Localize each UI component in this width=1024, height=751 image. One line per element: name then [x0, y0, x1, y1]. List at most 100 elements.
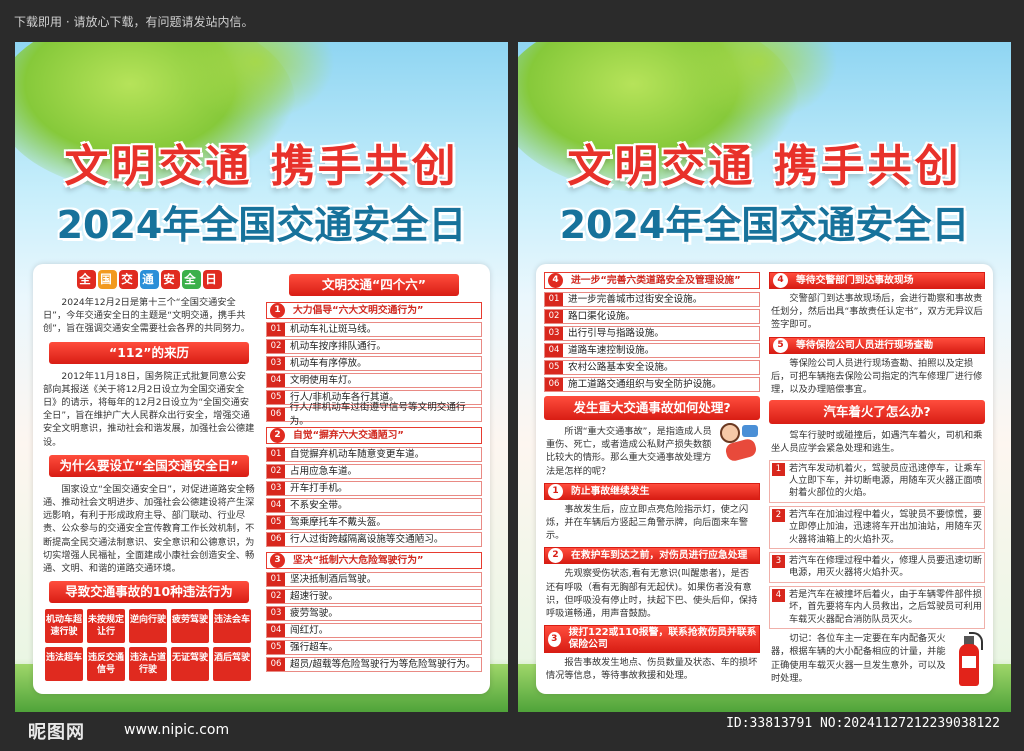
- violation-item: 无证驾驶: [171, 647, 209, 682]
- subsection-header: 4 进一步“完善六类道路安全及管理设施”: [544, 272, 760, 289]
- item-text: 机动车按序排队通行。: [290, 340, 386, 352]
- tag-char: 日: [202, 270, 222, 289]
- step-text: 报告事故发生地点、伤员数量及状态、车的损坏情况等信息，等待事故救援和处理。: [546, 657, 758, 682]
- item-number: 04: [545, 344, 563, 357]
- step-title: 等待交警部门到达事故现场: [796, 274, 914, 286]
- item-number: 02: [267, 465, 285, 478]
- subsection-title: 大力倡导“六大文明交通行为”: [293, 304, 424, 316]
- poster-subtitle: 2024年全国交通安全日: [56, 203, 467, 247]
- site-logo: 昵图网: [28, 722, 85, 743]
- fire-step: 3 若汽车在修理过程中着火，修理人员要迅速切断电源，用灭火器将火焰扑灭。: [769, 552, 985, 583]
- list-item: 03 出行引导与指路设施。: [544, 326, 760, 341]
- list-item: 04 文明使用车灯。: [266, 373, 482, 388]
- subsection-number: 1: [270, 303, 285, 318]
- list-item: 03 机动车有序停放。: [266, 356, 482, 371]
- violation-grid: 机动车超速行驶 未按规定让行 逆向行驶 疲劳驾驶 违法会车 违法超车 违反交通信…: [45, 609, 257, 682]
- violation-item: 疲劳驾驶: [171, 609, 209, 644]
- fire-intro-text: 驾车行驶时或碰撞后，如遇汽车着火，司机和乘坐人员应学会紧急处理和逃生。: [771, 430, 983, 455]
- list-item: 06 行人/非机动车过街遵守信号等文明交通行为。: [266, 402, 482, 427]
- traffic-day-tag: 全国交通安全日: [74, 268, 224, 292]
- item-number: 03: [267, 607, 285, 620]
- list-item: 03 开车打手机。: [266, 481, 482, 496]
- item-text: 闯红灯。: [290, 624, 329, 636]
- step-text: 先观察受伤状态,看有无意识(叫醒患者)，是否还有呼吸（看有无胸部有无起伏)。如果…: [546, 568, 758, 620]
- item-number: 05: [267, 391, 285, 404]
- accident-text: 所谓“重大交通事故”，是指造成人员重伤、死亡，或者造成公私财产损失数额比较大的情…: [546, 426, 712, 477]
- step-header: 4 等待交警部门到达事故现场: [769, 272, 985, 289]
- fire-step: 1 若汽车发动机着火，驾驶员应迅速停车，让乘车人立即下车，并切断电源，用随车灭火器…: [769, 459, 985, 503]
- list-item: 02 超速行驶。: [266, 589, 482, 604]
- section-heading: 汽车着火了怎么办?: [769, 400, 985, 425]
- item-text: 不系安全带。: [290, 499, 348, 511]
- list-item: 01 自觉摒弃机动车随意变更车道。: [266, 447, 482, 462]
- step-header: 1 防止事故继续发生: [544, 482, 760, 500]
- step-title: 拨打122或110报警，联系抢救伤员并联系保险公司: [568, 627, 757, 651]
- violation-item: 违法占道行驶: [129, 647, 167, 682]
- item-text: 疲劳驾驶。: [290, 607, 338, 619]
- list-item: 02 机动车按序排队通行。: [266, 339, 482, 354]
- tag-char: 通: [139, 270, 159, 289]
- item-text: 行人/非机动车过街遵守信号等文明交通行为。: [289, 402, 466, 427]
- image-id: ID:33813791 NO:20241127212239038122: [726, 716, 1000, 731]
- item-number: 03: [267, 357, 285, 370]
- violation-item: 机动车超速行驶: [45, 609, 83, 644]
- list-item: 01 进一步完善城市过街安全设施。: [544, 292, 760, 307]
- item-number: 06: [545, 378, 563, 391]
- fire-step-text: 若汽车在修理过程中着火，修理人员要迅速切断电源，用灭火器将火焰扑灭。: [789, 555, 982, 579]
- step-header: 2 在救护车到达之前，对伤员进行应急处理: [544, 547, 760, 565]
- item-text: 施工道路交通组织与安全防护设施。: [568, 378, 722, 390]
- watermark-footer: 昵图网 www.nipic.com ID:33813791 NO:2024112…: [0, 712, 1024, 751]
- item-number: 05: [267, 641, 285, 654]
- step-number: 3: [548, 631, 561, 647]
- item-number: 01: [545, 293, 563, 306]
- item-number: 05: [545, 361, 563, 374]
- content-card: 全国交通安全日 2024年12月2日是第十三个“全国交通安全日”，今年交通安全日…: [33, 264, 490, 694]
- list-item: 02 路口渠化设施。: [544, 309, 760, 324]
- poster-title: 文明交通 携手共创: [64, 141, 459, 192]
- right-column: 文明交通“四个六” 1 大力倡导“六大文明交通行为” 01 机动车礼让斑马线。 02…: [266, 264, 482, 674]
- section-heading: 导致交通事故的10种违法行为: [49, 581, 249, 604]
- tag-char: 全: [181, 270, 201, 289]
- item-text: 文明使用车灯。: [290, 374, 358, 386]
- poster-title: 文明交通 携手共创: [567, 141, 962, 192]
- fire-step: 4 若是汽车在被撞坏后着火，由于车辆零件部件损坏，首先要将车内人员救出，之后驾驶员…: [769, 585, 985, 630]
- fire-step-number: 2: [772, 508, 785, 522]
- step-text: 交警部门到达事故现场后，会进行勘察和事故责任划分，然后出具“事故责任认定书”，双…: [771, 293, 983, 331]
- step-title: 等待保险公司人员进行现场查勘: [796, 339, 934, 351]
- item-text: 路口渠化设施。: [568, 310, 636, 322]
- section-heading: 为什么要设立“全国交通安全日”: [49, 454, 249, 477]
- list-item: 01 机动车礼让斑马线。: [266, 322, 482, 337]
- item-number: 06: [267, 658, 285, 671]
- item-text: 驾乘摩托车不戴头盔。: [290, 516, 386, 528]
- item-number: 01: [267, 323, 285, 336]
- fire-extinguisher-icon: [953, 630, 983, 686]
- item-number: 04: [267, 624, 285, 637]
- step-title: 防止事故继续发生: [571, 485, 650, 497]
- fire-step-number: 4: [772, 588, 785, 602]
- list-item: 03 疲劳驾驶。: [266, 606, 482, 621]
- subsection-header: 3 坚决“抵制六大危险驾驶行为”: [266, 552, 482, 569]
- list-item: 02 占用应急车道。: [266, 464, 482, 479]
- step-text: 事故发生后，应立即点亮危险指示灯，使之闪烁，并在车辆后方竖起三角警示牌，向后面来…: [546, 503, 749, 542]
- list-item: 05 农村公路基本安全设施。: [544, 360, 760, 375]
- left-column: 全国交通安全日 2024年12月2日是第十三个“全国交通安全日”，今年交通安全日…: [41, 264, 257, 682]
- item-number: 01: [267, 448, 285, 461]
- step-title: 在救护车到达之前，对伤员进行应急处理: [571, 550, 748, 562]
- list-item: 04 道路车速控制设施。: [544, 343, 760, 358]
- item-text: 农村公路基本安全设施。: [568, 361, 674, 373]
- item-number: 03: [545, 327, 563, 340]
- item-text: 超速行驶。: [290, 590, 338, 602]
- subsection-header: 2 自觉“摒弃六大交通陋习”: [266, 427, 482, 444]
- intro-text: 2024年12月2日是第十三个“全国交通安全日”，今年交通安全日的主题是“文明交…: [43, 297, 250, 335]
- item-text: 强行超车。: [290, 641, 338, 653]
- list-item: 04 不系安全带。: [266, 498, 482, 513]
- accident-intro: 所谓“重大交通事故”，是指造成人员重伤、死亡，或者造成公私财产损失数额比较大的情…: [544, 423, 760, 478]
- tag-char: 国: [97, 270, 117, 289]
- subsection-title: 自觉“摒弃六大交通陋习”: [293, 429, 404, 441]
- item-number: 02: [545, 310, 563, 323]
- item-text: 机动车有序停放。: [290, 357, 367, 369]
- poster-subtitle: 2024年全国交通安全日: [559, 203, 970, 247]
- section-heading: 发生重大交通事故如何处理?: [544, 396, 760, 420]
- item-number: 04: [267, 374, 285, 387]
- list-item: 06 行人过街跨越隔离设施等交通陋习。: [266, 532, 482, 547]
